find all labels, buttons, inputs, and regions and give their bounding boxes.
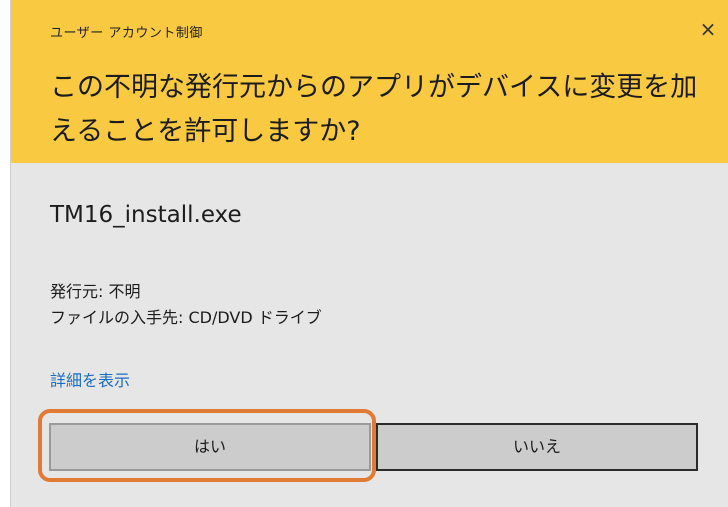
close-button[interactable]: × xyxy=(693,14,723,44)
uac-dialog: ユーザー アカウント制御 × この不明な発行元からのアプリがデバイスに変更を加え… xyxy=(10,0,728,507)
file-origin-info: ファイルの入手先: CD/DVD ドライブ xyxy=(50,308,322,327)
no-button[interactable]: いいえ xyxy=(376,423,698,471)
dialog-title: ユーザー アカウント制御 xyxy=(50,26,203,41)
yes-button[interactable]: はい xyxy=(49,423,371,471)
close-icon: × xyxy=(699,17,717,41)
consent-question: この不明な発行元からのアプリがデバイスに変更を加えることを許可しますか? xyxy=(50,72,698,147)
dialog-header: ユーザー アカウント制御 × この不明な発行元からのアプリがデバイスに変更を加え… xyxy=(11,0,728,163)
app-name: TM16_install.exe xyxy=(50,202,242,228)
publisher-info: 発行元: 不明 xyxy=(50,282,141,301)
show-details-link[interactable]: 詳細を表示 xyxy=(50,367,130,391)
